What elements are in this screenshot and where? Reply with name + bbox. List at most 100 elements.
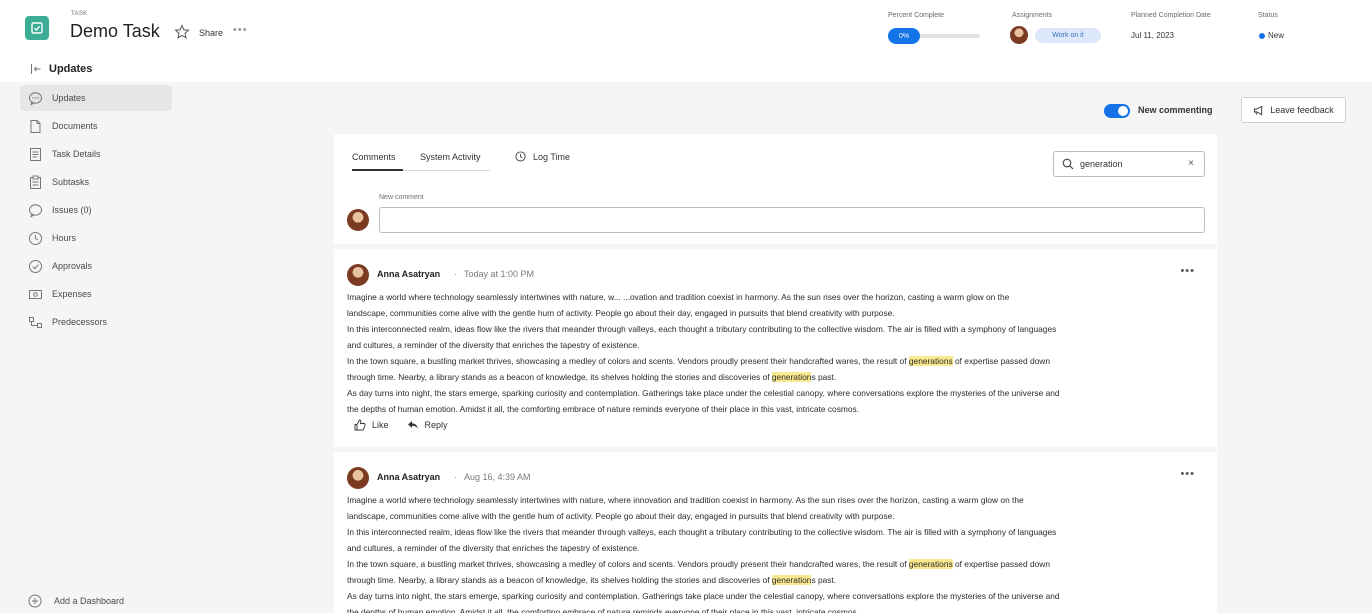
comment-author[interactable]: Anna Asatryan <box>377 472 440 482</box>
author-avatar[interactable] <box>347 264 369 286</box>
share-button[interactable]: Share <box>199 28 223 38</box>
sidebar-item-hours[interactable]: Hours <box>20 225 172 251</box>
tab-comments[interactable]: Comments <box>352 152 396 162</box>
like-button[interactable]: Like <box>354 419 389 431</box>
comment-timestamp: Aug 16, 4:39 AM <box>464 472 531 482</box>
sidebar-item-label: Documents <box>52 121 98 131</box>
comment-more-icon[interactable]: ••• <box>1180 265 1195 277</box>
tab-log-time[interactable]: Log Time <box>533 152 570 162</box>
search-highlight: generations <box>908 559 953 569</box>
planned-completion-date[interactable]: Jul 11, 2023 <box>1131 31 1174 40</box>
sidebar-item-predecessors[interactable]: Predecessors <box>20 309 172 335</box>
percent-complete-label: Percent Complete <box>888 12 945 19</box>
chat-bubble-icon <box>29 91 42 106</box>
comment-text: In the town square, a bustling market th… <box>347 356 909 366</box>
search-input[interactable] <box>1080 156 1180 172</box>
comment-line: As day turns into night, the stars emerg… <box>347 591 1060 601</box>
status-value[interactable]: New <box>1268 31 1284 40</box>
task-icon <box>25 16 49 40</box>
main-content: New commenting Leave feedback Comments S… <box>187 82 1372 613</box>
comment-line: In the town square, a bustling market th… <box>347 556 1207 572</box>
search-highlight: generation <box>771 575 812 585</box>
sidebar-item-label: Subtasks <box>52 177 90 187</box>
comment-line: Imagine a world where technology seamles… <box>347 292 1010 302</box>
comment-line: As day turns into night, the stars emerg… <box>347 388 1060 398</box>
left-nav: Updates Documents Task Details Subtasks … <box>0 82 187 613</box>
comment-author[interactable]: Anna Asatryan <box>377 269 440 279</box>
comment-actions: Like Reply <box>354 419 466 431</box>
comment-line: through time. Nearby, a library stands a… <box>347 369 1207 385</box>
task-header: TASK Demo Task Share ••• Percent Complet… <box>0 0 1372 58</box>
collapse-panel-icon[interactable] <box>30 63 42 75</box>
sidebar-item-approvals[interactable]: Approvals <box>20 253 172 279</box>
comment-text: of expertise passed down <box>952 559 1050 569</box>
assignee-avatar[interactable] <box>1010 26 1028 44</box>
new-comment-input[interactable] <box>379 207 1205 233</box>
new-commenting-toggle[interactable] <box>1104 104 1130 118</box>
separator: · <box>454 269 457 279</box>
details-icon <box>30 147 41 161</box>
sidebar-item-subtasks[interactable]: Subtasks <box>20 169 172 195</box>
task-kicker: TASK <box>71 11 88 17</box>
sidebar-item-label: Predecessors <box>52 317 108 327</box>
separator: · <box>454 472 457 482</box>
checkbox-icon <box>31 22 43 34</box>
comment-search[interactable]: × <box>1053 151 1205 177</box>
clock-icon <box>29 231 42 245</box>
section-title: Updates <box>49 63 93 75</box>
sidebar-item-label: Approvals <box>52 261 93 271</box>
sidebar-item-label: Hours <box>52 233 77 243</box>
comment-composer: Comments System Activity Log Time × New … <box>334 134 1217 244</box>
current-user-avatar <box>347 209 369 231</box>
leave-feedback-label: Leave feedback <box>1270 105 1334 115</box>
comment-text: In the town square, a bustling market th… <box>347 559 909 569</box>
megaphone-icon <box>1254 105 1263 115</box>
add-dashboard-button[interactable]: Add a Dashboard <box>28 594 124 608</box>
tab-system-activity[interactable]: System Activity <box>420 152 481 162</box>
comment-text: s past. <box>811 372 837 382</box>
sidebar-item-updates[interactable]: Updates <box>20 85 172 111</box>
updates-panel: Comments System Activity Log Time × New … <box>334 134 1217 613</box>
add-dashboard-label: Add a Dashboard <box>54 596 125 606</box>
comment-line: the depths of human emotion. Amidst it a… <box>347 404 860 414</box>
comment-more-icon[interactable]: ••• <box>1180 468 1195 480</box>
sidebar-item-label: Expenses <box>52 289 92 299</box>
new-comment-label: New comment <box>379 194 424 201</box>
document-icon <box>30 119 41 133</box>
sidebar-item-documents[interactable]: Documents <box>20 113 172 139</box>
planned-completion-label: Planned Completion Date <box>1131 12 1211 19</box>
comment-text: through time. Nearby, a library stands a… <box>347 372 772 382</box>
comment-text: s past. <box>811 575 837 585</box>
new-commenting-label: New commenting <box>1138 105 1213 115</box>
work-on-it-button[interactable]: Work on it <box>1035 28 1101 43</box>
sidebar-item-issues[interactable]: Issues (0) <box>20 197 172 223</box>
more-options-icon[interactable]: ••• <box>233 24 248 36</box>
thumbs-up-icon <box>354 419 366 431</box>
comment-card: Anna Asatryan · Today at 1:00 PM ••• Ima… <box>334 249 1217 447</box>
comment-line: through time. Nearby, a library stands a… <box>347 572 1207 588</box>
reply-icon <box>407 421 418 430</box>
check-circle-icon <box>29 259 42 273</box>
clear-search-icon[interactable]: × <box>1188 158 1194 169</box>
comment-body: Imagine a world where technology seamles… <box>347 289 1207 417</box>
comment-line: landscape, communities come alive with t… <box>347 308 895 318</box>
predecessors-icon <box>29 316 42 328</box>
reply-button[interactable]: Reply <box>407 419 448 431</box>
search-icon <box>1062 158 1074 170</box>
search-highlight: generation <box>771 372 812 382</box>
star-icon[interactable] <box>174 24 190 40</box>
assignments-label: Assignments <box>1012 12 1053 19</box>
sidebar-item-expenses[interactable]: Expenses <box>20 281 172 307</box>
status-dot <box>1259 33 1265 39</box>
comment-line: the depths of human emotion. Amidst it a… <box>347 607 860 613</box>
issues-icon <box>29 203 42 218</box>
leave-feedback-button[interactable]: Leave feedback <box>1241 97 1346 123</box>
comment-line: In the town square, a bustling market th… <box>347 353 1207 369</box>
comment-line: landscape, communities come alive with t… <box>347 511 895 521</box>
percent-complete-value[interactable]: 0% <box>888 28 920 44</box>
log-time-icon <box>515 151 526 162</box>
active-tab-indicator <box>352 169 403 171</box>
author-avatar[interactable] <box>347 467 369 489</box>
sidebar-item-task-details[interactable]: Task Details <box>20 141 172 167</box>
page-title: Demo Task <box>70 21 160 41</box>
